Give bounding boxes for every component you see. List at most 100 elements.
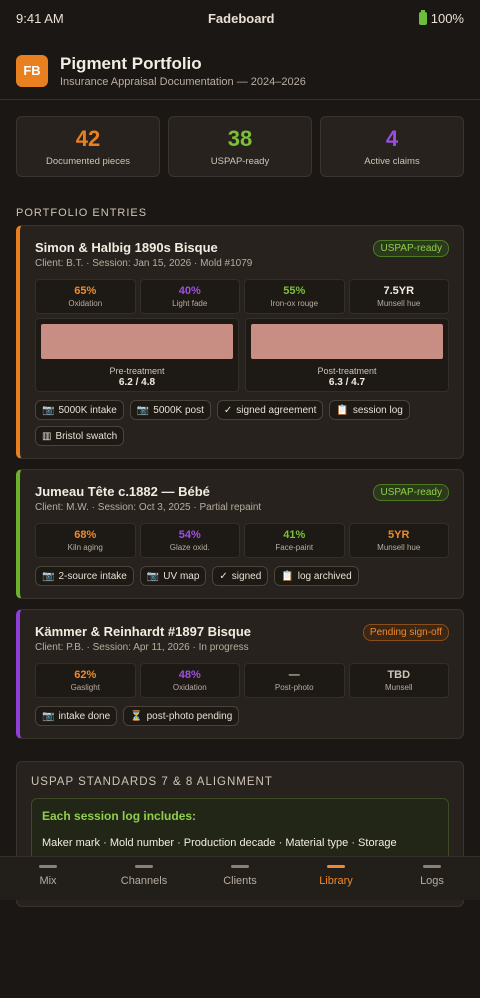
metric-value: 5YR bbox=[388, 529, 410, 541]
document-chip[interactable]: ✓ signed bbox=[212, 566, 269, 586]
tab-label: Mix bbox=[39, 874, 57, 887]
battery-level: 100% bbox=[430, 10, 464, 26]
metric-tile: — Post-photo bbox=[244, 663, 345, 698]
chip-icon: ▥ bbox=[42, 430, 52, 442]
tab-indicator-icon bbox=[135, 864, 153, 868]
status-badge: USPAP-ready bbox=[373, 240, 449, 257]
stat-value: 38 bbox=[227, 126, 253, 151]
metrics-row: 68% Kiln aging 54% Glaze oxid. 41% Face-paint… bbox=[35, 523, 449, 558]
tab-bar: Mix Channels Clients Library Logs bbox=[0, 856, 480, 900]
stat-card[interactable]: 4 Active claims bbox=[320, 116, 464, 177]
document-chips: 📷 intake done ⏳ post-photo pending bbox=[35, 706, 449, 726]
entry-header: Kämmer & Reinhardt #1897 Bisque Client: P… bbox=[35, 624, 449, 653]
metric-label: Glaze oxid. bbox=[169, 543, 210, 552]
chip-label: signed agreement bbox=[236, 404, 317, 416]
document-chip[interactable]: 📷 5000K post bbox=[129, 400, 211, 420]
color-swatch-card: Pre-treatment 6.2 / 4.8 bbox=[35, 318, 239, 392]
metric-value: TBD bbox=[387, 669, 411, 681]
chip-label: log archived bbox=[297, 570, 352, 582]
tab-mix[interactable]: Mix bbox=[0, 857, 96, 900]
metric-tile: 41% Face-paint bbox=[244, 523, 345, 558]
entry-heading: Jumeau Tête c.1882 — Bébé Client: M.W. · … bbox=[35, 484, 261, 513]
entry-meta: Client: P.B. · Session: Apr 11, 2026 · I… bbox=[35, 642, 249, 653]
stats-row: 42 Documented pieces 38 USPAP-ready 4 Active … bbox=[0, 100, 480, 177]
entry-meta: Client: M.W. · Session: Oct 3, 2025 · Pa… bbox=[35, 502, 262, 513]
page-title: Pigment Portfolio bbox=[60, 53, 202, 73]
metric-value: 40% bbox=[178, 285, 201, 297]
metric-tile: 54% Glaze oxid. bbox=[139, 523, 240, 558]
metrics-row: 62% Gaslight 48% Oxidation — Post-photo TBD Mun… bbox=[35, 663, 449, 698]
stat-value: 4 bbox=[385, 126, 399, 151]
status-bar: 9:41 AM Fadeboard 100% bbox=[0, 0, 480, 36]
stat-label: USPAP-ready bbox=[210, 156, 270, 167]
document-chip[interactable]: 📋 session log bbox=[329, 400, 410, 420]
document-chip[interactable]: ▥ Bristol swatch bbox=[35, 426, 125, 446]
metric-value: 48% bbox=[178, 669, 201, 681]
stat-card[interactable]: 42 Documented pieces bbox=[16, 116, 160, 177]
tab-clients[interactable]: Clients bbox=[192, 857, 288, 900]
chip-icon: 📷 bbox=[42, 404, 55, 416]
standards-title: USPAP STANDARDS 7 & 8 ALIGNMENT bbox=[31, 776, 273, 788]
metric-value: 68% bbox=[74, 529, 97, 541]
metric-tile: 40% Light fade bbox=[139, 279, 240, 314]
metric-label: Munsell hue bbox=[377, 299, 421, 308]
tab-channels[interactable]: Channels bbox=[96, 857, 192, 900]
swatch-caption: Pre-treatment bbox=[109, 366, 165, 376]
chip-icon: ⏳ bbox=[130, 710, 143, 722]
stat-label: Active claims bbox=[364, 156, 420, 167]
swatch-value: 6.2 / 4.8 bbox=[118, 377, 156, 388]
metric-tile: 65% Oxidation bbox=[35, 279, 136, 314]
chip-icon: 📷 bbox=[42, 710, 55, 722]
entry-header: Jumeau Tête c.1882 — Bébé Client: M.W. · … bbox=[35, 484, 449, 513]
metric-label: Gaslight bbox=[70, 683, 100, 692]
chip-label: UV map bbox=[163, 570, 200, 582]
app-logo: FB bbox=[16, 54, 48, 87]
tab-indicator-icon bbox=[231, 864, 249, 868]
document-chip[interactable]: 📋 log archived bbox=[274, 566, 359, 586]
document-chip[interactable]: 📷 intake done bbox=[35, 706, 118, 726]
color-swatch-card: Post-treatment 6.3 / 4.7 bbox=[245, 318, 449, 392]
chip-label: session log bbox=[352, 404, 403, 416]
metric-label: Face-paint bbox=[275, 543, 314, 552]
entry-header: Simon & Halbig 1890s Bisque Client: B.T. … bbox=[35, 240, 449, 269]
tab-label: Library bbox=[319, 874, 353, 887]
chip-label: 2-source intake bbox=[58, 570, 127, 582]
metric-label: Oxidation bbox=[172, 683, 207, 692]
chip-label: signed bbox=[231, 570, 262, 582]
metric-tile: 7.5YR Munsell hue bbox=[348, 279, 449, 314]
metric-value: — bbox=[288, 669, 300, 681]
portfolio-entry-card[interactable]: Jumeau Tête c.1882 — Bébé Client: M.W. · … bbox=[16, 469, 464, 599]
tab-indicator-icon bbox=[327, 864, 345, 868]
entry-title: Jumeau Tête c.1882 — Bébé bbox=[35, 484, 210, 499]
chip-icon: 📋 bbox=[336, 404, 349, 416]
page-subtitle: Insurance Appraisal Documentation — 2024… bbox=[60, 75, 306, 88]
section-title: PORTFOLIO ENTRIES bbox=[16, 207, 148, 219]
tab-label: Clients bbox=[223, 874, 257, 887]
metric-label: Iron-ox rouge bbox=[270, 299, 319, 308]
swatch-caption: Post-treatment bbox=[317, 366, 377, 376]
tab-logs[interactable]: Logs bbox=[384, 857, 480, 900]
metric-tile: 48% Oxidation bbox=[139, 663, 240, 698]
document-chip[interactable]: ✓ signed agreement bbox=[216, 400, 324, 420]
entry-title: Kämmer & Reinhardt #1897 Bisque bbox=[35, 624, 252, 639]
chip-label: post-photo pending bbox=[146, 710, 233, 722]
portfolio-entry-card[interactable]: Simon & Halbig 1890s Bisque Client: B.T. … bbox=[16, 225, 464, 459]
status-battery: 100% bbox=[418, 9, 464, 26]
status-badge: USPAP-ready bbox=[373, 484, 449, 501]
chip-icon: 📷 bbox=[146, 570, 160, 582]
metric-value: 65% bbox=[74, 285, 97, 297]
battery-icon bbox=[418, 9, 427, 25]
metric-value: 41% bbox=[283, 529, 306, 541]
document-chip[interactable]: 📷 5000K intake bbox=[35, 400, 124, 420]
status-app-name: Fadeboard bbox=[207, 10, 275, 26]
portfolio-entry-card[interactable]: Kämmer & Reinhardt #1897 Bisque Client: P… bbox=[16, 609, 464, 739]
standards-box-body: Maker mark · Mold number · Production de… bbox=[42, 837, 397, 849]
chip-icon: 📷 bbox=[136, 404, 150, 416]
chip-label: 5000K intake bbox=[58, 404, 117, 416]
tab-library[interactable]: Library bbox=[288, 857, 384, 900]
chip-icon: 📋 bbox=[281, 570, 294, 582]
document-chip[interactable]: 📷 2-source intake bbox=[35, 566, 134, 586]
stat-card[interactable]: 38 USPAP-ready bbox=[168, 116, 312, 177]
document-chip[interactable]: 📷 UV map bbox=[139, 566, 207, 586]
document-chip[interactable]: ⏳ post-photo pending bbox=[123, 706, 240, 726]
